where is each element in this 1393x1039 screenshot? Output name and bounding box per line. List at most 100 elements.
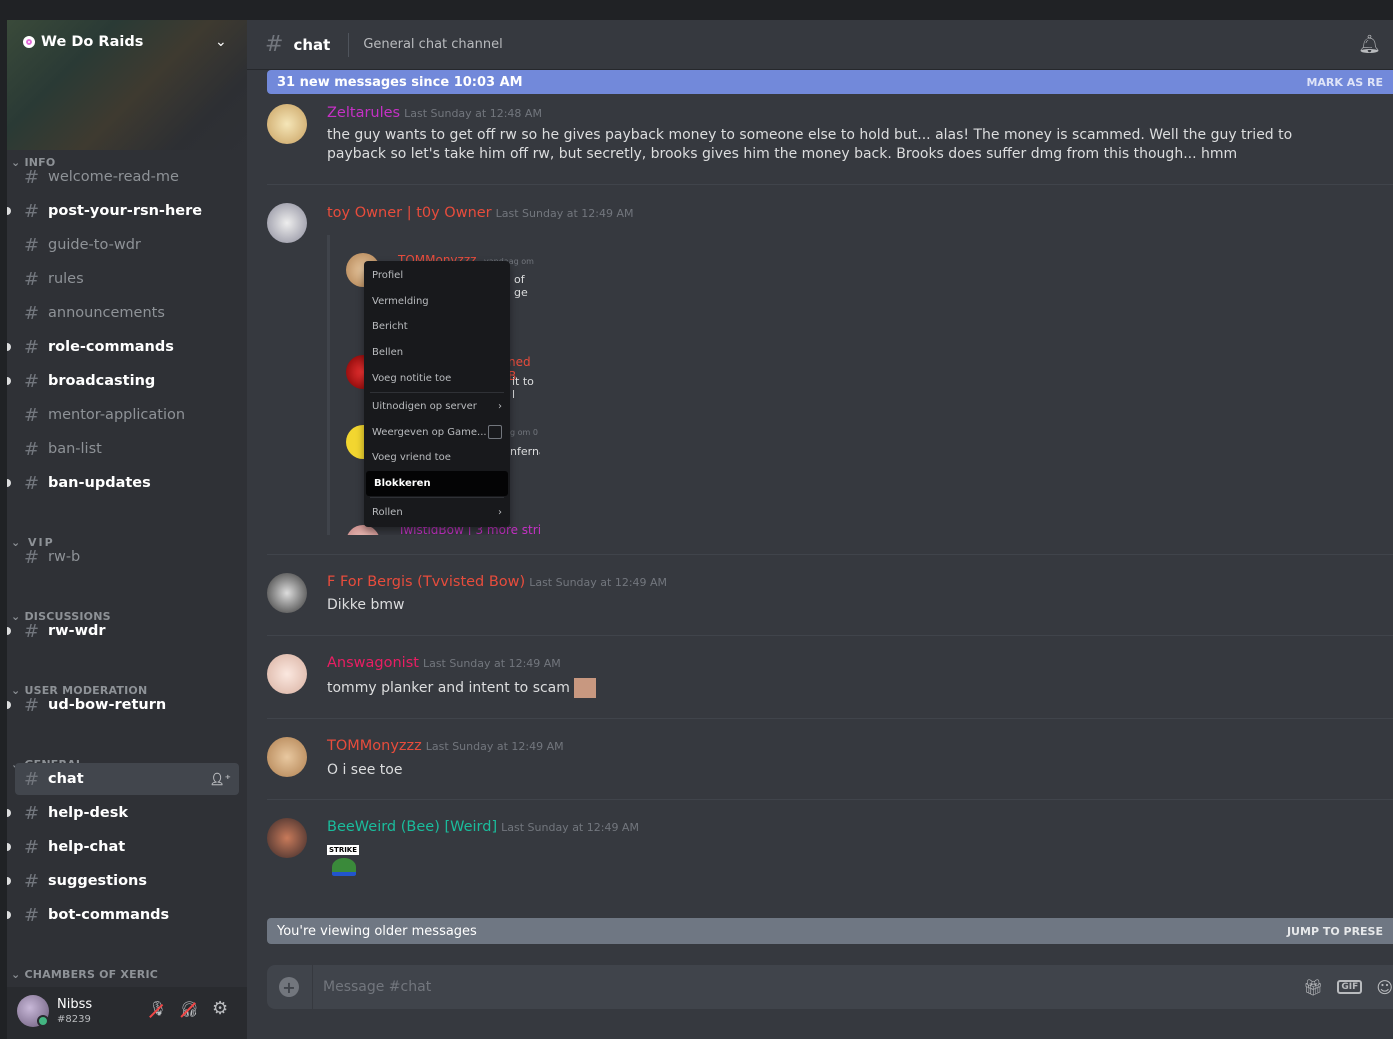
new-messages-text: 31 new messages since 10:03 AM [277,74,523,90]
category-chambers-of-xeric[interactable]: ⌄ CHAMBERS OF XERIC [11,968,158,981]
message-timestamp: Last Sunday at 12:49 AM [495,207,634,220]
channel-welcome-read-me[interactable]: # welcome-read-me [15,161,239,193]
channel-name: help-chat [48,839,126,855]
channel-mentor-application[interactable]: # mentor-application [15,399,239,431]
message-author[interactable]: TOMMonyzzz [327,738,422,754]
message-author[interactable]: Zeltarules [327,105,400,121]
avatar[interactable] [267,818,307,858]
unread-indicator [7,377,11,385]
channel-hash-icon: # [24,404,40,426]
channel-guide-to-wdr[interactable]: # guide-to-wdr [15,229,239,261]
user-panel: Nibss #8239 🎙︎ 🎧︎ ⚙ [7,987,247,1039]
avatar[interactable] [267,654,307,694]
channel-rules[interactable]: # rules [15,263,239,295]
message: TOMMonyzzz Last Sunday at 12:49 AM O i se… [267,718,1393,799]
message-author[interactable]: F For Bergis (Tvvisted Bow) [327,574,525,590]
channel-help-desk[interactable]: # help-desk [7,797,239,829]
menu-item-weergeven[interactable]: Weergeven op Game... [364,420,510,446]
message-input[interactable] [323,979,1304,995]
deafen-headphones-icon[interactable]: 🎧︎ [180,1000,199,1018]
server-header[interactable]: We Do Raids [23,34,143,50]
menu-item-bellen[interactable]: Bellen [364,340,510,366]
channel-hash-icon: # [24,768,40,790]
invite-member-icon[interactable]: 👤︎⁺ [209,772,231,786]
unread-indicator [7,479,11,487]
channel-suggestions[interactable]: # suggestions [7,865,239,897]
menu-item-rollen[interactable]: Rollen › [364,499,510,525]
menu-item-bericht[interactable]: Bericht [364,314,510,340]
channel-topic: General chat channel [363,37,503,52]
server-name: We Do Raids [41,34,144,50]
channel-hash-icon: # [24,268,40,290]
older-messages-bar[interactable]: You're viewing older messages JUMP TO PRE… [267,918,1393,944]
channel-name: announcements [48,305,165,321]
channel-broadcasting[interactable]: # broadcasting [7,365,239,397]
channel-name: rw-b [48,549,81,565]
menu-item-voeg-vriend-toe[interactable]: Voeg vriend toe [364,445,510,471]
channel-role-commands[interactable]: # role-commands [7,331,239,363]
message: BeeWeird (Bee) [Weird] Last Sunday at 12:… [267,799,1393,897]
gift-icon[interactable]: 🎁︎ [1303,978,1323,997]
divider [312,965,313,1009]
emoji-icon[interactable]: ☺ [1376,978,1393,997]
message-text: O i see toe [327,762,403,778]
channel-name: broadcasting [48,373,156,389]
jump-to-present-button[interactable]: JUMP TO PRESE [1287,925,1383,938]
channel-chat[interactable]: # chat 👤︎⁺ [15,763,239,795]
menu-item-blokkeren[interactable]: Blokkeren [366,470,508,497]
checkbox[interactable] [488,425,502,440]
channel-hash-icon: # [24,166,40,188]
chevron-down-icon[interactable]: ⌄ [215,34,227,50]
channel-rw-wdr[interactable]: # rw-wdr [7,615,239,647]
strike-emoji[interactable]: STRIKE [327,845,360,855]
channel-rw-b[interactable]: # rw-b [15,541,239,573]
channel-hash-icon: # [24,370,40,392]
message-author[interactable]: BeeWeird (Bee) [Weird] [327,819,497,835]
menu-item-uitnodigen[interactable]: Uitnodigen op server › [364,394,510,420]
embed-text: it to l [512,375,534,401]
mute-mic-icon[interactable]: 🎙︎ [149,1001,167,1018]
message-author[interactable]: Answagonist [327,655,419,671]
gif-button[interactable]: GIF [1337,980,1363,994]
channel-bot-commands[interactable]: # bot-commands [7,899,239,931]
channel-announcements[interactable]: # announcements [15,297,239,329]
notification-bell-icon[interactable]: 🔔︎ [1358,34,1381,55]
channel-help-chat[interactable]: # help-chat [7,831,239,863]
custom-emoji[interactable] [574,678,597,698]
message: Zeltarules Last Sunday at 12:48 AM the gu… [267,98,1393,185]
channel-hash-icon: # [24,620,40,642]
avatar[interactable] [267,573,307,613]
pepe-emoji[interactable] [332,858,356,876]
message-author[interactable]: toy Owner | t0y Owner [327,205,492,221]
attached-screenshot[interactable]: TOMMonyzzz vandaag om of ge ned B it to … [327,235,540,535]
avatar[interactable] [267,737,307,777]
channel-post-your-rsn-here[interactable]: # post-your-rsn-here [7,195,239,227]
username: Nibss [57,997,93,1012]
menu-item-vermelding[interactable]: Vermelding [364,289,510,315]
message-text: Dikke bmw [327,597,405,613]
channel-name: post-your-rsn-here [48,203,203,219]
channel-name: help-desk [48,805,129,821]
embed-timestamp: g om 0 [510,428,538,437]
message-timestamp: Last Sunday at 12:48 AM [404,107,542,120]
menu-item-profiel[interactable]: Profiel [364,263,510,289]
mark-as-read-button[interactable]: MARK AS RE [1306,76,1383,89]
channel-ud-bow-return[interactable]: # ud-bow-return [7,689,239,721]
user-tag: #8239 [57,1014,91,1025]
new-messages-bar[interactable]: 31 new messages since 10:03 AM MARK AS RE [267,70,1393,94]
channel-ban-updates[interactable]: # ban-updates [7,467,239,499]
channel-hash-icon: # [24,546,40,568]
channel-name: ban-updates [48,475,151,491]
message: Answagonist Last Sunday at 12:49 AM tommy… [267,635,1393,718]
channel-hash-icon: # [24,694,40,716]
message-timestamp: Last Sunday at 12:49 AM [422,657,561,670]
avatar[interactable] [267,104,307,144]
channel-ban-list[interactable]: # ban-list [15,433,239,465]
avatar[interactable] [267,203,307,243]
settings-gear-icon[interactable]: ⚙ [212,998,228,1019]
upload-plus-icon[interactable]: + [279,977,299,997]
channel-name: suggestions [48,873,147,889]
server-badge-icon [23,36,35,48]
channel-hash-icon: # [24,234,40,256]
menu-item-voeg-notitie-toe[interactable]: Voeg notitie toe [364,365,510,391]
